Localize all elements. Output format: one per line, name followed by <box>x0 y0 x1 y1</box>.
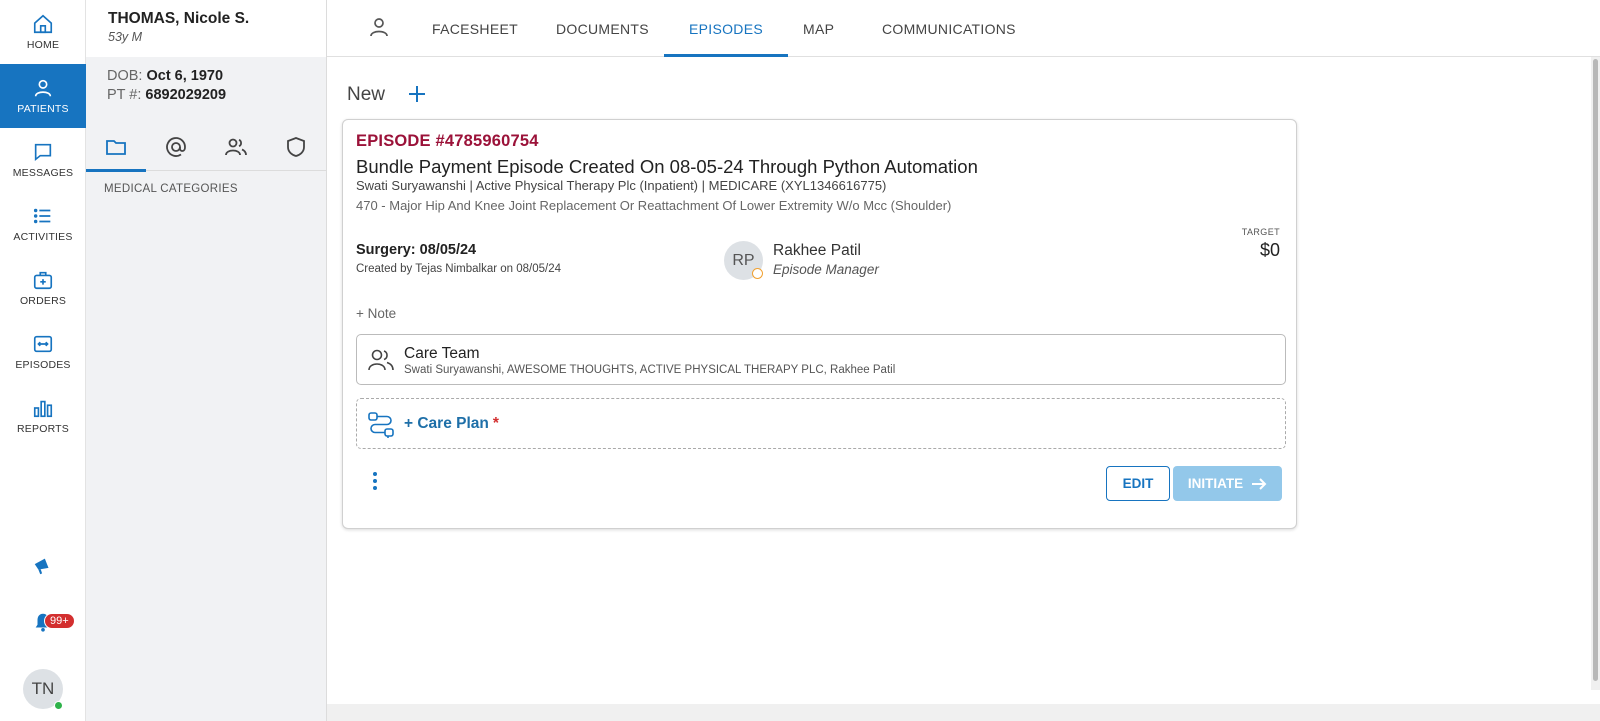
tab-map[interactable]: MAP <box>803 0 834 57</box>
edit-button[interactable]: EDIT <box>1106 466 1170 501</box>
people-icon <box>225 138 247 156</box>
nav-messages-label: MESSAGES <box>12 167 74 179</box>
episode-id[interactable]: EPISODE #4785960754 <box>356 132 539 151</box>
dob-label: DOB: <box>107 68 143 84</box>
add-episode-button[interactable] <box>407 81 427 109</box>
tab-documents[interactable]: DOCUMENTS <box>556 0 649 57</box>
patient-panel: THOMAS, Nicole S. 53y M DOB: Oct 6, 1970… <box>86 0 327 721</box>
care-plan-label[interactable]: + Care Plan * <box>404 415 499 433</box>
nav-patients-label: PATIENTS <box>17 103 69 115</box>
nav-orders-label: ORDERS <box>19 295 67 307</box>
surgery-date: Surgery: 08/05/24 <box>356 242 477 258</box>
tab-communications[interactable]: COMMUNICATIONS <box>882 0 1016 57</box>
bar-chart-icon <box>33 400 53 418</box>
care-plan-text: + Care Plan <box>404 415 489 432</box>
patient-info: DOB: Oct 6, 1970 PT #: 6892029209 <box>107 67 226 105</box>
care-team-members: Swati Suryawanshi, AWESOME THOUGHTS, ACT… <box>404 364 896 376</box>
episode-drg: 470 - Major Hip And Knee Joint Replaceme… <box>356 198 952 213</box>
people-icon <box>367 347 395 378</box>
nav-reports[interactable]: REPORTS <box>0 384 86 448</box>
announcements-button[interactable] <box>0 555 86 577</box>
nav-orders[interactable]: ORDERS <box>0 256 86 320</box>
subtab-insurance[interactable] <box>266 123 326 171</box>
medical-categories-label: MEDICAL CATEGORIES <box>104 183 238 195</box>
online-status-dot <box>54 701 63 710</box>
nav-home-label: HOME <box>26 39 60 51</box>
dob-value: Oct 6, 1970 <box>146 68 224 84</box>
megaphone-icon <box>34 558 49 575</box>
chat-icon <box>34 143 52 162</box>
episode-subtitle: Swati Suryawanshi | Active Physical Ther… <box>356 178 887 193</box>
initiate-label: INITIATE <box>1187 476 1244 491</box>
folder-icon <box>106 140 126 155</box>
new-episode-row: New <box>347 81 427 109</box>
manager-name: Rakhee Patil <box>773 242 861 259</box>
person-icon <box>34 79 52 97</box>
care-plan-box[interactable]: + Care Plan * <box>356 398 1286 449</box>
notification-badge: 99+ <box>44 613 75 629</box>
target-value: $0 <box>1259 240 1280 260</box>
route-icon <box>367 411 395 444</box>
subtab-team[interactable] <box>206 123 266 171</box>
pt-number-value: 6892029209 <box>145 87 227 103</box>
pt-number-label: PT #: <box>107 87 142 103</box>
created-by: Created by Tejas Nimbalkar on 08/05/24 <box>356 263 561 275</box>
patient-header: THOMAS, Nicole S. 53y M <box>86 0 326 57</box>
nav-episodes-label: EPISODES <box>15 359 71 371</box>
nav-activities[interactable]: ACTIVITIES <box>0 192 86 256</box>
at-sign-icon <box>166 137 186 157</box>
left-nav: HOME PATIENTS MESSAGES ACTIVITIES ORDERS… <box>0 0 86 721</box>
top-tab-bar: FACESHEET DOCUMENTS EPISODES MAP COMMUNI… <box>327 0 1600 57</box>
episode-icon <box>33 335 53 353</box>
care-team-box[interactable]: Care Team Swati Suryawanshi, AWESOME THO… <box>356 334 1286 385</box>
tab-episodes[interactable]: EPISODES <box>664 0 788 57</box>
plus-icon <box>409 86 426 102</box>
target-label: TARGET <box>1241 227 1280 237</box>
required-asterisk: * <box>492 415 499 432</box>
new-label: New <box>347 84 386 105</box>
home-icon <box>33 14 53 34</box>
episodes-content: New EPISODE #4785960754 Bundle Payment E… <box>327 57 1600 704</box>
kebab-menu-icon <box>373 472 377 490</box>
add-note-button[interactable]: + Note <box>356 306 396 321</box>
episode-title: Bundle Payment Episode Created On 08-05-… <box>356 156 978 177</box>
episode-card: EPISODE #4785960754 Bundle Payment Episo… <box>342 119 1297 529</box>
manager-role: Episode Manager <box>773 262 879 277</box>
nav-reports-label: REPORTS <box>17 423 69 435</box>
arrow-right-icon <box>1252 477 1267 490</box>
care-team-title: Care Team <box>404 345 480 362</box>
nav-activities-label: ACTIVITIES <box>13 231 73 243</box>
nav-patients[interactable]: PATIENTS <box>0 64 86 128</box>
shield-icon <box>287 137 305 157</box>
person-outline-icon <box>370 18 388 37</box>
list-icon <box>33 208 51 224</box>
tab-facesheet[interactable]: FACESHEET <box>432 0 518 57</box>
main-scrollbar[interactable] <box>1591 57 1600 690</box>
patient-name: THOMAS, Nicole S. <box>108 10 250 27</box>
nav-messages[interactable]: MESSAGES <box>0 128 86 192</box>
patient-profile-button[interactable] <box>367 15 391 44</box>
subtab-mentions[interactable] <box>146 123 206 171</box>
subtab-folder[interactable] <box>86 123 146 172</box>
nav-episodes[interactable]: EPISODES <box>0 320 86 384</box>
patient-age-sex: 53y M <box>108 30 143 44</box>
nav-home[interactable]: HOME <box>0 0 86 64</box>
medical-bag-icon <box>33 271 53 290</box>
scrollbar-thumb[interactable] <box>1593 59 1598 681</box>
footer-strip <box>327 704 1600 721</box>
patient-subtabs <box>86 123 326 172</box>
initiate-button[interactable]: INITIATE <box>1173 466 1282 501</box>
manager-status-dot <box>752 268 763 279</box>
more-options-button[interactable] <box>371 470 379 496</box>
